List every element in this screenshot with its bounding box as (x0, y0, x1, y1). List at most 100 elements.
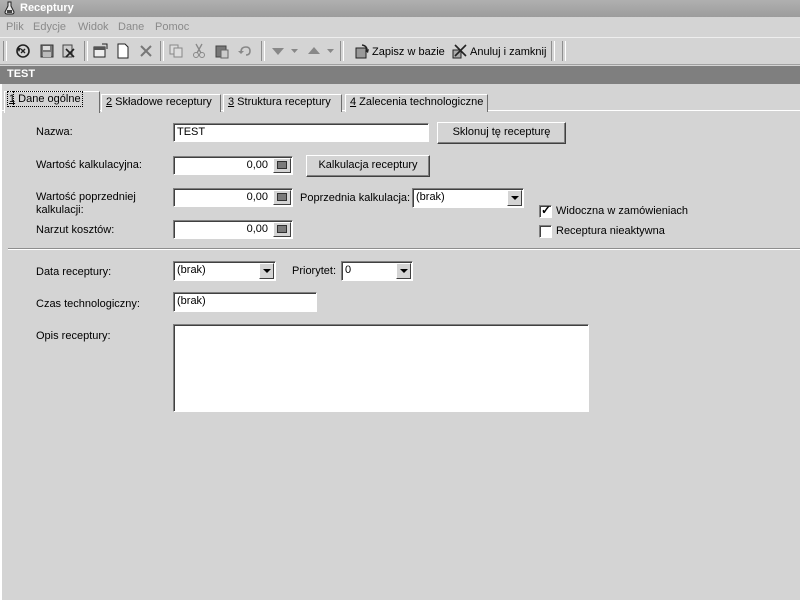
undo-button[interactable] (235, 41, 255, 61)
widoczna-label: Widoczna w zamówieniach (556, 205, 689, 217)
save-to-db-label: Zapisz w bazie (372, 45, 445, 58)
menu-plik[interactable]: Plik (6, 21, 24, 33)
nazwa-input[interactable]: TEST (173, 123, 429, 142)
nieaktywna-checkbox[interactable] (539, 225, 552, 238)
menu-edycje[interactable]: Edycje (33, 21, 66, 33)
czas-technologiczny-label: Czas technologiczny: (36, 298, 140, 310)
toolbar-separator (551, 41, 555, 61)
wartosc-poprzedniej-input[interactable]: 0,00 (173, 188, 293, 207)
chevron-down-icon (326, 49, 334, 53)
chevron-down-icon[interactable] (259, 263, 274, 279)
record-name: TEST (7, 68, 36, 80)
narzut-kosztow-input[interactable]: 0,00 (173, 220, 293, 239)
wartosc-kalkulacyjna-input[interactable]: 0,00 (173, 156, 293, 175)
title-bar: Receptury (0, 0, 800, 17)
widoczna-checkbox[interactable] (539, 203, 552, 218)
move-up-dropdown[interactable] (325, 41, 335, 61)
narzut-kosztow-value: 0,00 (246, 223, 268, 235)
narzut-kosztow-label: Narzut kosztów: (36, 224, 115, 236)
toolbar-separator (562, 41, 566, 61)
calculator-button[interactable] (273, 190, 291, 205)
poprzednia-kalkulacja-select[interactable]: (brak) (412, 188, 524, 208)
tab-strip: 1 Dane ogólne 2 Składowe receptury 3 Str… (0, 90, 800, 113)
move-down-button[interactable] (267, 41, 289, 61)
tab-struktura-receptury[interactable]: 3 Struktura receptury (223, 94, 342, 112)
delete-record-button[interactable] (58, 41, 78, 61)
wartosc-kalkulacyjna-label: Wartość kalkulacyjna: (36, 159, 142, 171)
toolbar-separator (340, 41, 344, 61)
tab-label: Dane ogólne (13, 91, 83, 107)
nazwa-label: Nazwa: (36, 126, 73, 138)
paste-button[interactable] (212, 41, 232, 61)
cancel-close-label: Anuluj i zamknij (470, 45, 547, 58)
data-receptury-select[interactable]: (brak) (173, 261, 276, 281)
copy-icon (169, 44, 183, 58)
wartosc-poprzedniej-value: 0,00 (246, 191, 268, 203)
app-icon (4, 1, 15, 15)
priorytet-label: Priorytet: (292, 265, 337, 277)
move-down-dropdown[interactable] (289, 41, 299, 61)
opis-receptury-label: Opis receptury: (36, 330, 111, 342)
cancel-icon (452, 43, 467, 58)
toolbar-separator (84, 41, 88, 61)
priorytet-select[interactable]: 0 (341, 261, 413, 281)
window-title: Receptury (20, 2, 74, 14)
new-button[interactable] (113, 41, 133, 61)
properties-button[interactable] (90, 41, 110, 61)
calculator-icon (277, 161, 287, 169)
toolbar-grip (3, 41, 7, 61)
menu-dane[interactable]: Dane (118, 21, 144, 33)
data-receptury-label: Data receptury: (36, 266, 112, 278)
calculator-button[interactable] (273, 158, 291, 173)
calculator-icon (277, 225, 287, 233)
toolbar: Zapisz w bazie Anuluj i zamknij (0, 37, 800, 65)
close-icon (140, 45, 152, 57)
save-button[interactable] (37, 41, 57, 61)
data-receptury-value: (brak) (177, 264, 206, 276)
menu-widok[interactable]: Widok (78, 21, 109, 33)
priorytet-value: 0 (345, 264, 352, 276)
chevron-down-icon[interactable] (396, 263, 411, 279)
calculate-recipe-button[interactable]: Kalkulacja receptury (306, 155, 430, 177)
toolbar-separator (261, 41, 265, 61)
save-to-db-button[interactable]: Zapisz w bazie (354, 41, 445, 62)
tab-label: Struktura receptury (234, 96, 331, 108)
arrow-up-icon (308, 47, 320, 54)
nieaktywna-label: Receptura nieaktywna (556, 225, 665, 237)
poprzednia-kalkulacja-label: Poprzednia kalkulacja: (300, 192, 411, 204)
tab-dane-ogolne[interactable]: 1 Dane ogólne (4, 91, 100, 113)
menu-pomoc[interactable]: Pomoc (155, 21, 189, 33)
tab-zalecenia-technologiczne[interactable]: 4 Zalecenia technologiczne (345, 94, 488, 112)
tab-skladowe-receptury[interactable]: 2 Składowe receptury (101, 94, 221, 112)
clone-recipe-button[interactable]: Sklonuj tę recepturę (437, 122, 566, 144)
frame-edge (0, 84, 2, 600)
delete-button[interactable] (136, 41, 156, 61)
poprzednia-kalkulacja-value: (brak) (416, 191, 445, 203)
cancel-close-button[interactable]: Anuluj i zamknij (451, 41, 546, 62)
refresh-button[interactable] (12, 41, 34, 61)
tab-label: Zalecenia technologiczne (356, 96, 484, 108)
czas-technologiczny-input[interactable]: (brak) (173, 292, 317, 312)
chevron-down-icon[interactable] (507, 190, 522, 206)
wartosc-poprzedniej-label: Wartość poprzedniej kalkulacji: (36, 191, 136, 216)
toolbar-separator (160, 41, 164, 61)
wartosc-kalkulacyjna-value: 0,00 (246, 159, 268, 171)
save-db-icon (355, 43, 369, 58)
cut-button[interactable] (189, 41, 209, 61)
move-up-button[interactable] (303, 41, 325, 61)
calculator-icon (277, 193, 287, 201)
floppy-icon (40, 44, 54, 58)
opis-receptury-textarea[interactable] (173, 324, 589, 412)
arrow-down-icon (272, 48, 284, 55)
new-document-icon (117, 43, 129, 59)
refresh-icon (16, 44, 30, 58)
chevron-down-icon (290, 49, 298, 53)
paste-icon (215, 45, 229, 59)
copy-button[interactable] (166, 41, 186, 61)
record-header: TEST (0, 66, 800, 84)
menu-bar: Plik Edycje Widok Dane Pomoc (0, 17, 800, 37)
scissors-icon (193, 43, 205, 58)
undo-icon (238, 46, 251, 56)
tab-label: Składowe receptury (112, 96, 212, 108)
calculator-button[interactable] (273, 222, 291, 237)
